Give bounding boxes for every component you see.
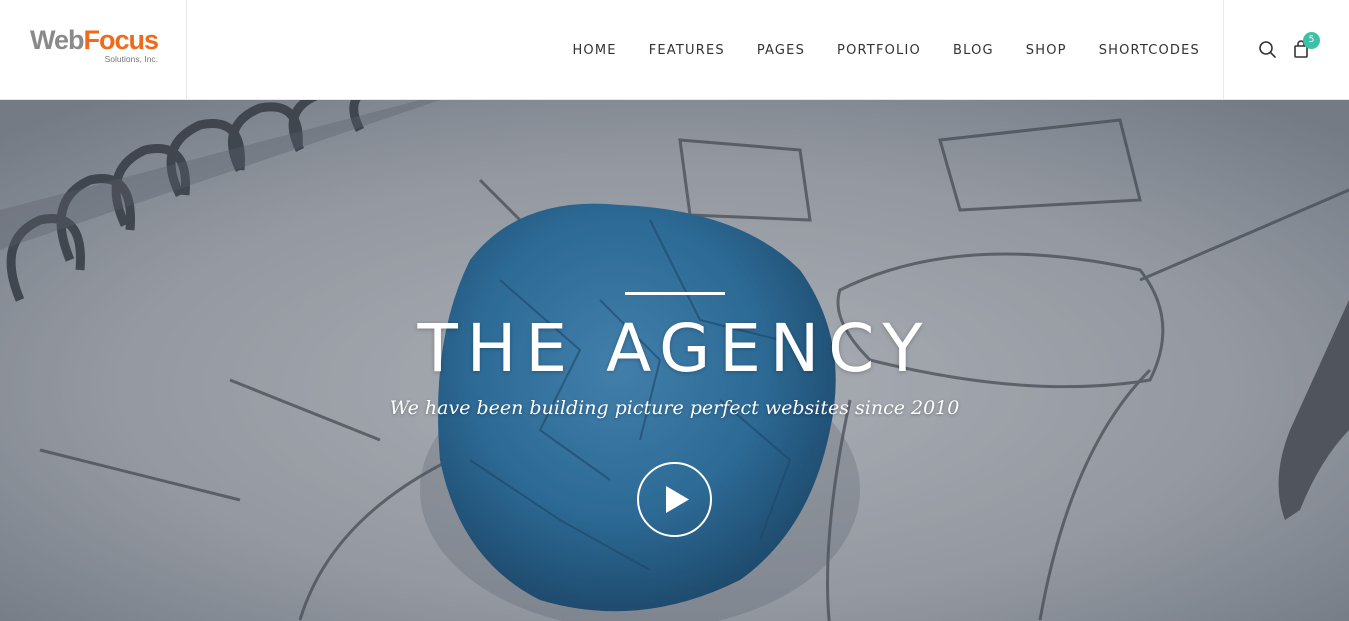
nav-item-pages[interactable]: PAGES: [757, 43, 805, 58]
site-logo[interactable]: WebFocus Solutions, Inc.: [30, 24, 160, 64]
hero-divider: [625, 292, 725, 295]
search-icon[interactable]: [1257, 38, 1279, 60]
site-header: WebFocus Solutions, Inc. HOME FEATURES P…: [0, 0, 1349, 100]
play-icon: [666, 486, 689, 513]
nav-item-blog[interactable]: BLOG: [953, 43, 994, 58]
logo-container: WebFocus Solutions, Inc.: [0, 0, 187, 100]
play-video-button[interactable]: [637, 462, 712, 537]
hero-title: THE AGENCY: [417, 310, 932, 387]
nav-item-portfolio[interactable]: PORTFOLIO: [837, 43, 921, 58]
hero-subtitle: We have been building picture perfect we…: [389, 397, 960, 419]
nav-item-features[interactable]: FEATURES: [649, 43, 725, 58]
cart-count-badge: 5: [1303, 32, 1320, 49]
hero-section: THE AGENCY We have been building picture…: [0, 100, 1349, 621]
logo-wordmark: WebFocus: [30, 24, 160, 56]
logo-focus-text: Focus: [83, 25, 160, 55]
nav-item-shortcodes[interactable]: SHORTCODES: [1099, 43, 1200, 58]
main-nav: HOME FEATURES PAGES PORTFOLIO BLOG SHOP …: [540, 0, 1200, 100]
nav-item-shop[interactable]: SHOP: [1026, 43, 1067, 58]
nav-item-home[interactable]: HOME: [572, 43, 616, 58]
header-tools: 5: [1223, 0, 1349, 100]
logo-web-text: Web: [30, 25, 85, 55]
